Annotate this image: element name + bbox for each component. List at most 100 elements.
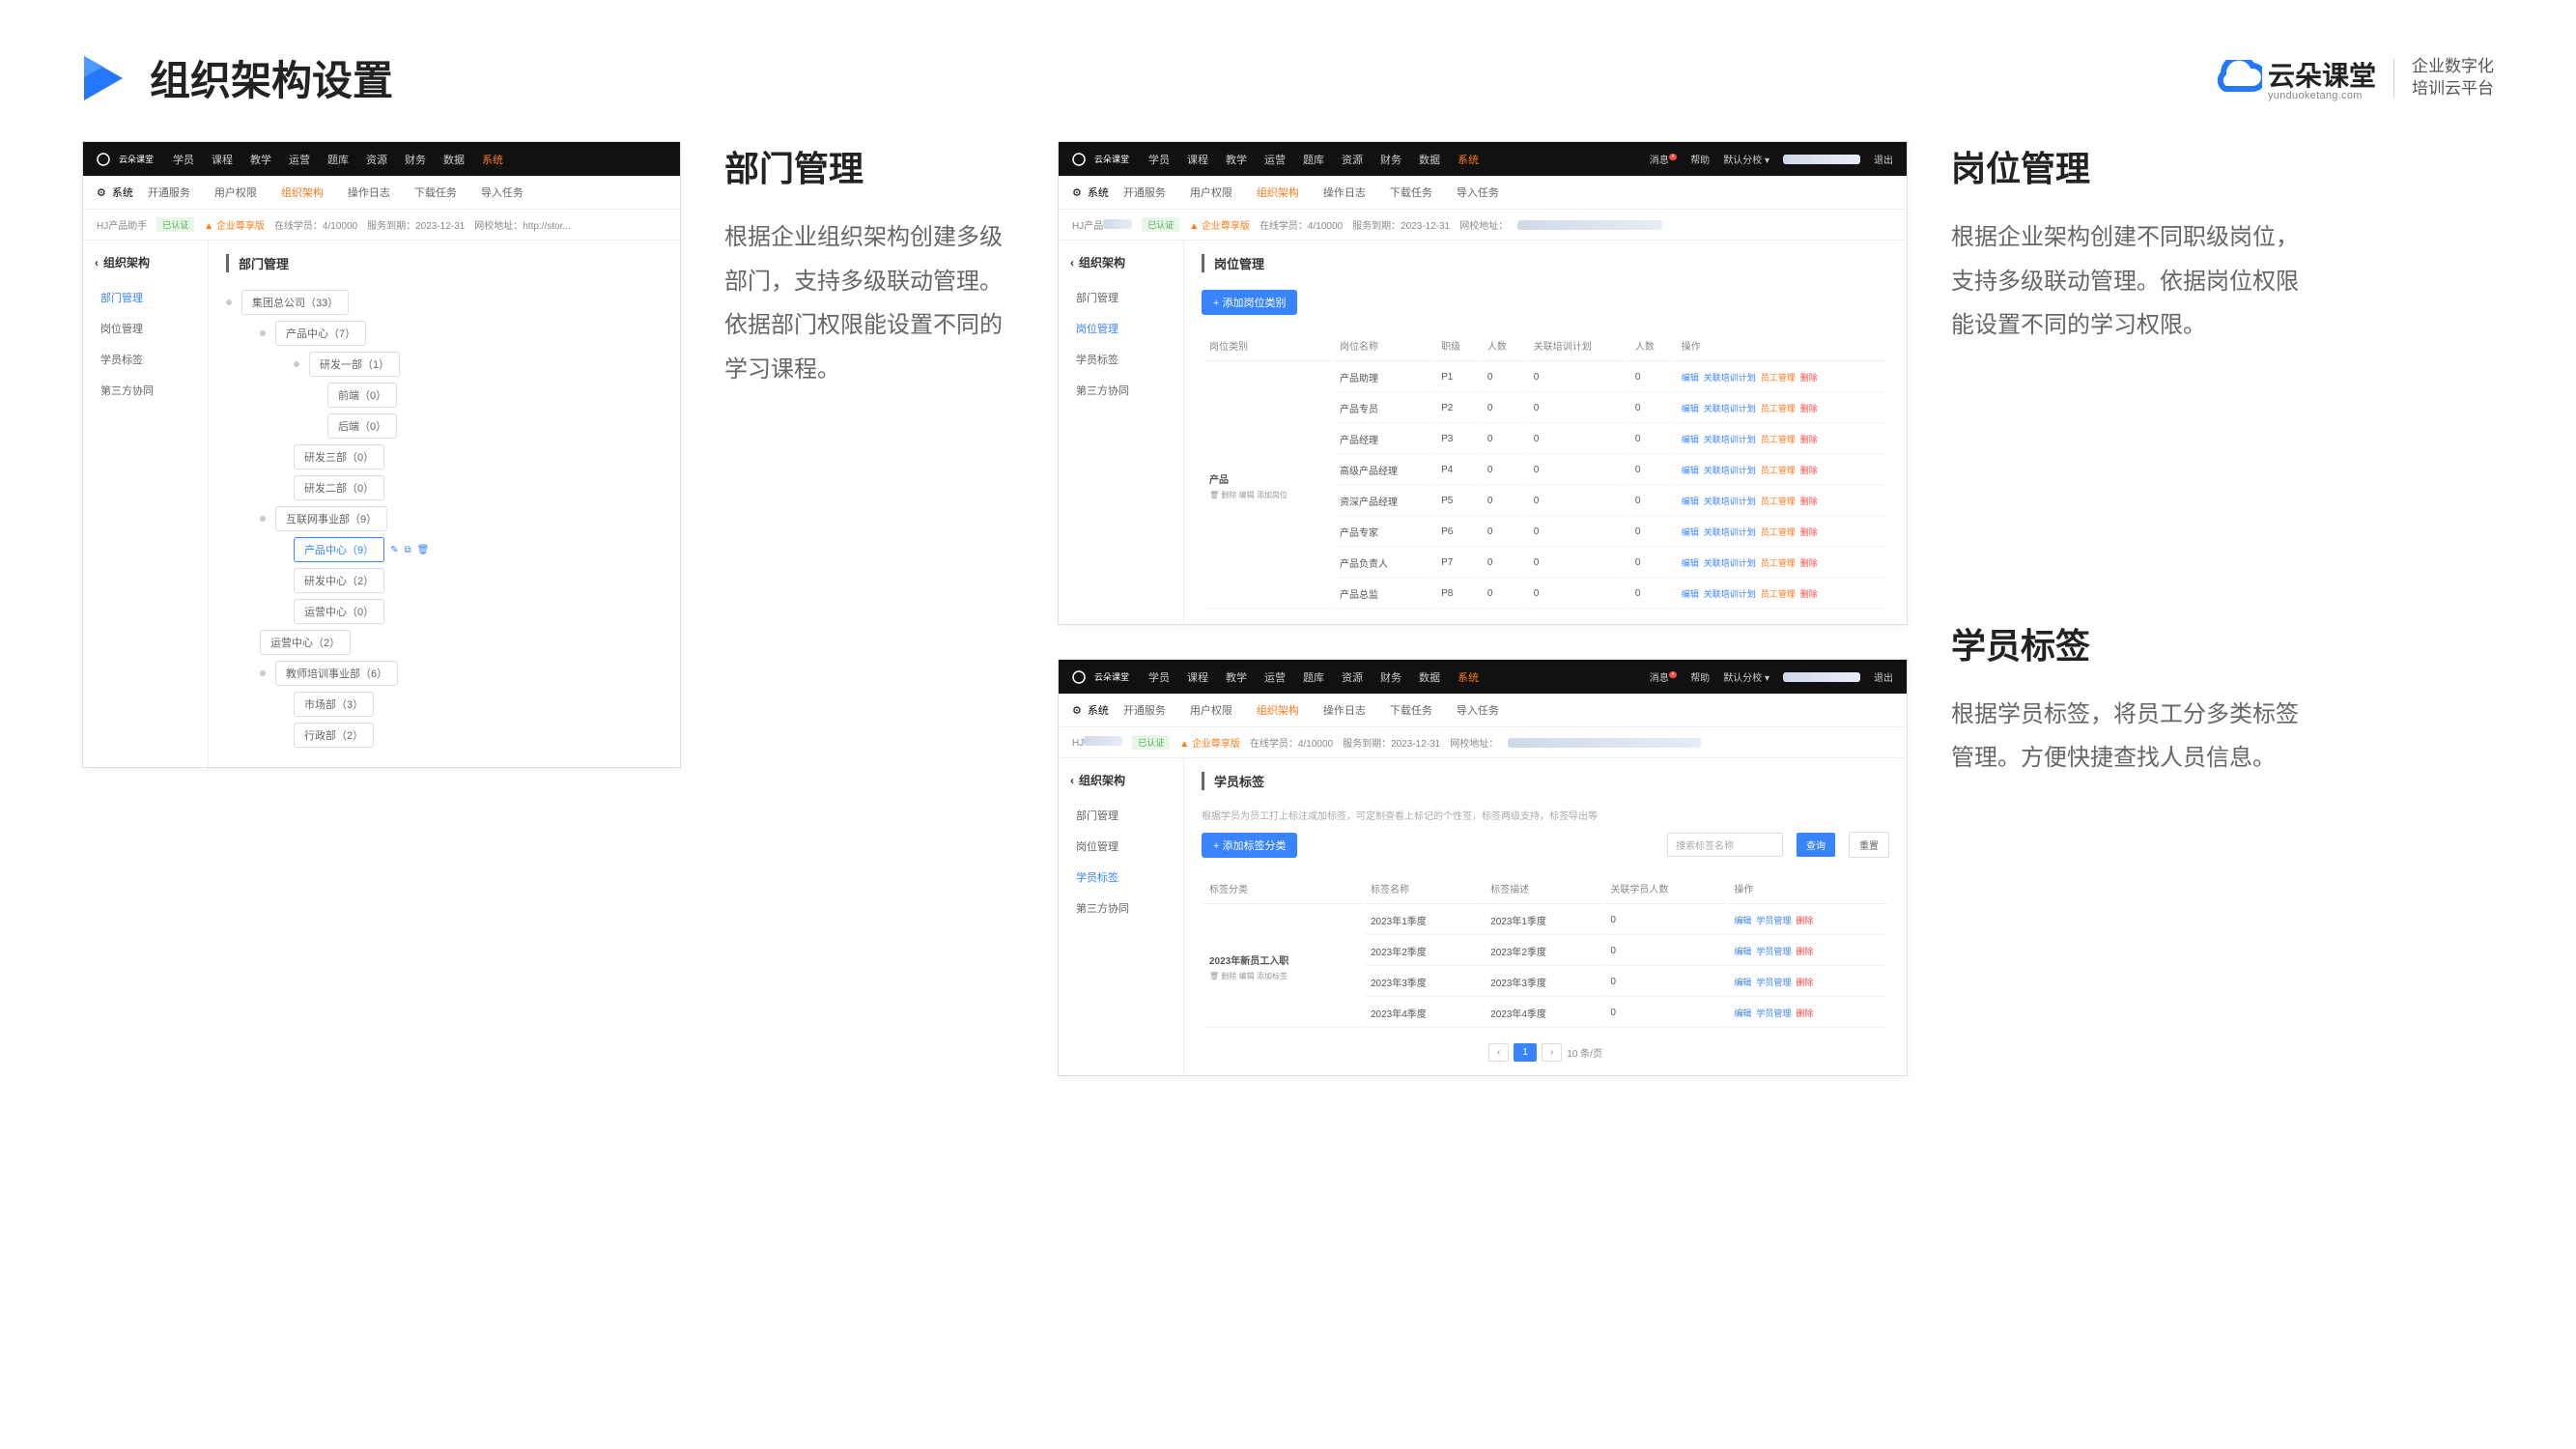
section-dept-desc: 部门管理 根据企业组织架构创建多级部门，支持多级联动管理。依据部门权限能设置不同…: [724, 141, 1014, 391]
edit-icon[interactable]: ✎: [390, 545, 398, 555]
slide-header: 组织架构设置 云朵课堂 yunduoketang.com 企业数字化 培训云平台: [82, 48, 2494, 107]
sub-nav-item[interactable]: 操作日志: [348, 185, 390, 200]
pager-prev[interactable]: ‹: [1488, 1043, 1509, 1062]
sidebar: ‹组织架构 部门管理岗位管理学员标签第三方协同: [83, 241, 209, 767]
sub-nav-item[interactable]: 开通服务: [1123, 702, 1166, 718]
table-row: 2023年新员工入职🗑 删除 编辑 添加标签2023年1季度2023年1季度0编…: [1203, 906, 1887, 935]
reset-button[interactable]: 重置: [1849, 832, 1889, 858]
tree-node[interactable]: 前端（0）: [327, 383, 397, 408]
sub-nav-item[interactable]: 操作日志: [1323, 185, 1366, 200]
copy-icon[interactable]: ⧉: [405, 545, 411, 555]
dept-tree-panel: 部门管理 集团总公司（33） 产品中心（7） 研发一部（1） 前端（0） 后端（…: [209, 241, 680, 767]
cloud-icon: [2214, 60, 2262, 97]
top-nav-item[interactable]: 教学: [1226, 669, 1247, 685]
sub-nav-item[interactable]: 用户权限: [214, 185, 257, 200]
top-nav-item[interactable]: 资源: [366, 152, 387, 167]
sidebar-item[interactable]: 第三方协同: [1059, 375, 1183, 406]
page-title: 组织架构设置: [150, 48, 393, 107]
tree-node[interactable]: 研发二部（0）: [294, 475, 384, 500]
tree-node[interactable]: 产品中心（7）: [275, 321, 366, 346]
top-nav-item[interactable]: 资源: [1342, 669, 1363, 685]
sidebar-item[interactable]: 岗位管理: [1059, 831, 1183, 862]
sidebar-item[interactable]: 部门管理: [1059, 282, 1183, 313]
pager-page-1[interactable]: 1: [1514, 1043, 1537, 1062]
sidebar-item[interactable]: 部门管理: [1059, 800, 1183, 831]
sidebar-item[interactable]: 学员标签: [1059, 344, 1183, 375]
tree-node[interactable]: 集团总公司（33）: [241, 290, 349, 315]
top-nav-item[interactable]: 教学: [250, 152, 271, 167]
tree-node[interactable]: 研发一部（1）: [309, 352, 400, 377]
top-nav-item[interactable]: 财务: [405, 152, 426, 167]
tree-node[interactable]: 教师培训事业部（6）: [275, 661, 398, 686]
sub-nav: ⚙ 系统 开通服务用户权限组织架构操作日志下载任务导入任务: [83, 176, 680, 210]
top-nav-item[interactable]: 财务: [1380, 152, 1401, 167]
top-nav-item[interactable]: 题库: [1303, 669, 1324, 685]
sidebar-item[interactable]: 岗位管理: [83, 313, 208, 344]
tree-node[interactable]: 市场部（3）: [294, 692, 374, 717]
sidebar-item[interactable]: 学员标签: [83, 344, 208, 375]
top-nav-item[interactable]: 学员: [1148, 152, 1170, 167]
sub-nav-item[interactable]: 导入任务: [1457, 702, 1499, 718]
top-nav-item[interactable]: 运营: [1264, 669, 1286, 685]
tree-node[interactable]: 行政部（2）: [294, 723, 374, 748]
top-nav-item[interactable]: 数据: [1419, 152, 1440, 167]
tree-node[interactable]: 运营中心（2）: [260, 630, 351, 655]
job-table: 岗位类别岗位名称职级人数关联培训计划人数操作 产品🗑 删除 编辑 添加岗位产品助…: [1202, 328, 1889, 611]
section-job-desc: 岗位管理 根据企业架构创建不同职级岗位，支持多级联动管理。依据岗位权限能设置不同…: [1951, 141, 2299, 348]
top-nav-item[interactable]: 财务: [1380, 669, 1401, 685]
sidebar-item[interactable]: 岗位管理: [1059, 313, 1183, 344]
app-logo-icon: [97, 153, 114, 166]
sub-nav-item[interactable]: 开通服务: [1123, 185, 1166, 200]
add-job-category-button[interactable]: + 添加岗位类别: [1202, 290, 1297, 315]
tree-node[interactable]: 研发三部（0）: [294, 444, 384, 469]
search-button[interactable]: 查询: [1797, 833, 1835, 857]
top-nav-item[interactable]: 学员: [173, 152, 194, 167]
tag-table: 标签分类标签名称标签描述关联学员人数操作 2023年新员工入职🗑 删除 编辑 添…: [1202, 871, 1889, 1030]
top-nav-item[interactable]: 运营: [1264, 152, 1286, 167]
sidebar-item[interactable]: 学员标签: [1059, 862, 1183, 893]
sub-nav-item[interactable]: 组织架构: [1257, 702, 1299, 718]
sub-nav-item[interactable]: 操作日志: [1323, 702, 1366, 718]
tree-node[interactable]: 后端（0）: [327, 413, 397, 439]
sub-nav-item[interactable]: 导入任务: [481, 185, 524, 200]
sidebar-item[interactable]: 第三方协同: [83, 375, 208, 406]
add-tag-category-button[interactable]: + 添加标签分类: [1202, 833, 1297, 858]
sub-nav-item[interactable]: 下载任务: [414, 185, 457, 200]
tree-node-selected[interactable]: 产品中心（9）: [294, 537, 384, 562]
top-nav-item[interactable]: 系统: [1458, 152, 1479, 167]
brand-tagline: 企业数字化 培训云平台: [2412, 56, 2494, 99]
gear-icon: ⚙: [97, 186, 106, 199]
top-nav-item[interactable]: 数据: [1419, 669, 1440, 685]
tree-node[interactable]: 运营中心（0）: [294, 599, 384, 624]
brand-block: 云朵课堂 yunduoketang.com 企业数字化 培训云平台: [2214, 55, 2494, 101]
sub-nav-item[interactable]: 开通服务: [148, 185, 190, 200]
screenshot-tag: 云朵课堂 学员课程教学运营题库资源财务数据系统 消息•帮助默认分校 ▾退出 ⚙系…: [1058, 659, 1908, 1076]
sub-nav-item[interactable]: 下载任务: [1390, 702, 1432, 718]
tree-node[interactable]: 互联网事业部（9）: [275, 506, 387, 531]
sub-nav-item[interactable]: 下载任务: [1390, 185, 1432, 200]
sidebar-item[interactable]: 第三方协同: [1059, 893, 1183, 923]
sidebar-item[interactable]: 部门管理: [83, 282, 208, 313]
top-nav-item[interactable]: 课程: [1187, 152, 1208, 167]
top-nav-item[interactable]: 系统: [482, 152, 503, 167]
top-nav-item[interactable]: 学员: [1148, 669, 1170, 685]
top-nav-item[interactable]: 题库: [327, 152, 349, 167]
sub-nav-item[interactable]: 导入任务: [1457, 185, 1499, 200]
section-tag-desc: 学员标签 根据学员标签，将员工分多类标签管理。方便快捷查找人员信息。: [1951, 618, 2299, 781]
delete-icon[interactable]: 🗑: [417, 545, 430, 555]
top-nav-item[interactable]: 课程: [1187, 669, 1208, 685]
pager-next[interactable]: ›: [1542, 1043, 1562, 1062]
top-nav-item[interactable]: 系统: [1458, 669, 1479, 685]
top-nav-item[interactable]: 教学: [1226, 152, 1247, 167]
search-input[interactable]: 搜索标签名称: [1667, 833, 1783, 857]
sub-nav-item[interactable]: 用户权限: [1190, 185, 1232, 200]
sub-nav-item[interactable]: 组织架构: [1257, 185, 1299, 200]
top-nav-item[interactable]: 运营: [289, 152, 310, 167]
top-nav-item[interactable]: 题库: [1303, 152, 1324, 167]
sub-nav-item[interactable]: 用户权限: [1190, 702, 1232, 718]
top-nav-item[interactable]: 资源: [1342, 152, 1363, 167]
top-nav-item[interactable]: 数据: [443, 152, 465, 167]
tree-node[interactable]: 研发中心（2）: [294, 568, 384, 593]
sub-nav-item[interactable]: 组织架构: [281, 185, 324, 200]
top-nav-item[interactable]: 课程: [212, 152, 233, 167]
